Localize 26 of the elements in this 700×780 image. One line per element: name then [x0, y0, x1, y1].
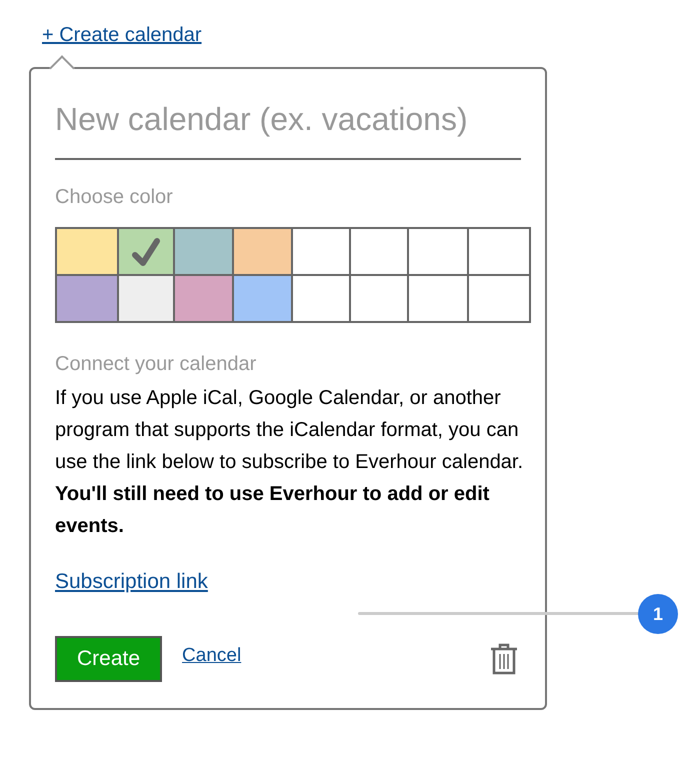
trash-icon[interactable]	[489, 643, 519, 675]
color-swatch[interactable]	[119, 276, 173, 321]
cancel-link[interactable]: Cancel	[182, 645, 242, 667]
color-swatch[interactable]	[293, 229, 349, 274]
calendar-name-field[interactable]: New calendar (ex. vacations)	[55, 93, 521, 160]
description-text: If you use Apple iCal, Google Calendar, or another program that supports the iCalendar format, you can use the link below to subscribe to Everhour calendar. You'll still need to use Everhour to add or edit events.	[55, 386, 524, 539]
color-swatch[interactable]	[57, 276, 117, 321]
create-button[interactable]: Create	[55, 636, 162, 682]
color-swatch[interactable]	[469, 276, 529, 321]
color-swatch[interactable]	[234, 229, 291, 274]
choose-color-label: Choose color	[55, 186, 174, 209]
color-swatch[interactable]	[175, 276, 232, 321]
color-swatch[interactable]	[175, 229, 232, 274]
color-swatch[interactable]	[409, 276, 467, 321]
subscription-link[interactable]: Subscription link	[55, 570, 208, 594]
color-swatch[interactable]	[351, 276, 407, 321]
color-swatch[interactable]	[409, 229, 467, 274]
color-swatch[interactable]	[119, 229, 173, 274]
connect-heading: Connect your calendar	[55, 353, 258, 376]
color-swatch[interactable]	[351, 229, 407, 274]
color-swatch[interactable]	[469, 229, 529, 274]
annotation-badge: 1	[638, 594, 678, 634]
color-swatch[interactable]	[57, 229, 117, 274]
color-swatch[interactable]	[234, 276, 291, 321]
color-swatch[interactable]	[293, 276, 349, 321]
create-calendar-link[interactable]: + Create calendar	[42, 24, 202, 46]
